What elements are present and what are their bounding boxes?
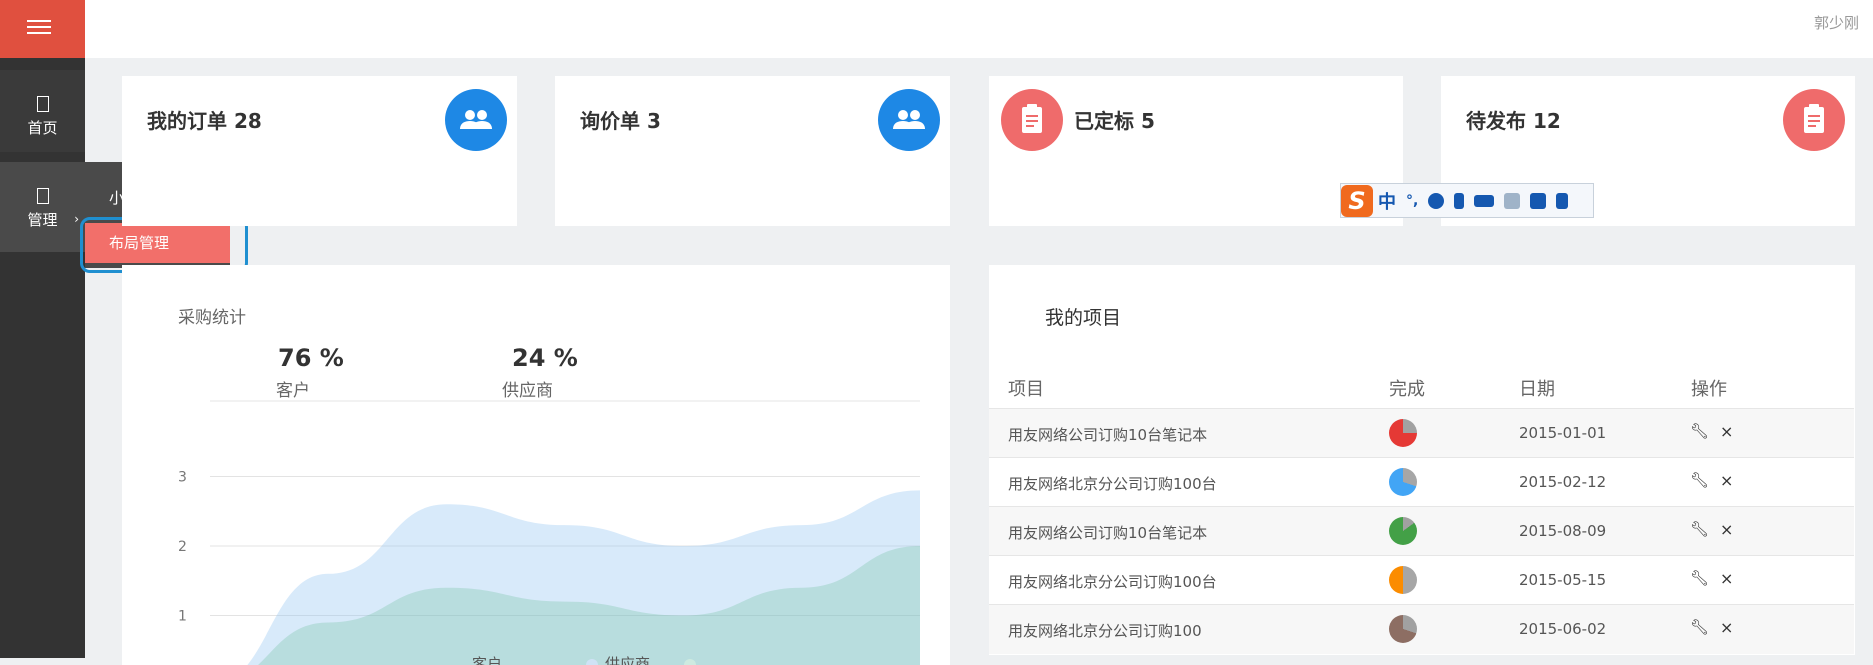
y-tick-label: 3 [178,470,187,486]
table-row[interactable]: 用友网络公司订购10台笔记本 2015-08-09 🔧︎ × [989,506,1854,556]
chevron-right-icon: › [74,212,79,226]
stat-title: 待发布 12 [1466,109,1561,133]
wrench-icon[interactable] [1556,192,1569,209]
projects-title: 我的项目 [1045,307,1122,329]
project-date: 2015-05-15 [1519,571,1607,589]
edit-icon[interactable]: 🔧︎ [1690,471,1709,489]
sidebar-item-label: 首页 [27,119,58,137]
edit-icon[interactable]: 🔧︎ [1690,422,1709,440]
legend-label: 供应商 [605,655,650,665]
close-icon[interactable]: × [1720,520,1733,539]
project-name: 用友网络北京分公司订购100台 [1008,475,1217,493]
chart-card: 采购统计 76 % 客户 24 % 供应商 1 2 3 客户 供应商 [122,265,950,665]
legend-label: 客户 [472,655,502,665]
progress-pie [1389,419,1417,447]
progress-pie [1389,615,1417,643]
close-icon[interactable]: × [1720,618,1733,637]
manage-icon [36,188,49,204]
projects-card: 我的项目 项目 完成 日期 操作 用友网络公司订购10台笔记本 2015-01-… [989,265,1855,655]
ime-toolbar[interactable]: S 中 °, [1340,183,1594,218]
sidebar-item-label: 管理 [27,211,58,229]
project-date: 2015-02-12 [1519,473,1607,491]
microphone-icon[interactable] [1454,192,1465,209]
table-row[interactable]: 用友网络公司订购10台笔记本 2015-01-01 🔧︎ × [989,408,1854,458]
close-icon[interactable]: × [1720,569,1733,588]
table-row[interactable]: 用友网络北京分公司订购100台 2015-02-12 🔧︎ × [989,457,1854,507]
stat-title: 我的订单 28 [147,109,262,133]
keyboard-icon[interactable] [1474,194,1495,207]
clipboard-icon [1001,89,1063,151]
project-name: 用友网络北京分公司订购100 [1008,622,1202,640]
progress-pie [1389,517,1417,545]
users-icon [445,89,507,151]
user-name[interactable]: 郭少刚 [1814,12,1859,33]
col-header-date: 日期 [1519,379,1555,400]
project-date: 2015-06-02 [1519,620,1607,638]
progress-pie [1389,566,1417,594]
progress-pie [1389,468,1417,496]
close-icon[interactable]: × [1720,471,1733,490]
table-row[interactable]: 用友网络北京分公司订购100台 2015-05-15 🔧︎ × [989,555,1854,605]
sidebar-item-home[interactable]: 首页 [0,70,85,152]
emoji-icon[interactable] [1428,192,1445,209]
skin-icon[interactable] [1530,192,1547,209]
table-row[interactable]: 用友网络北京分公司订购100 2015-06-02 🔧︎ × [989,604,1854,654]
stat-card-orders: 我的订单 28 [122,76,517,226]
edit-icon[interactable]: 🔧︎ [1690,569,1709,587]
y-tick-label: 1 [178,609,187,625]
col-header-project: 项目 [1008,379,1044,400]
col-header-actions: 操作 [1691,379,1727,400]
project-date: 2015-01-01 [1519,424,1607,442]
stat-card-inquiries: 询价单 3 [555,76,950,226]
user-icon[interactable] [1504,192,1521,209]
col-header-progress: 完成 [1389,379,1425,400]
project-name: 用友网络公司订购10台笔记本 [1008,524,1208,542]
ime-language[interactable]: 中 [1378,188,1396,214]
ime-punctuation[interactable]: °, [1406,193,1418,209]
menu-toggle-button[interactable] [0,0,85,58]
stat-title: 已定标 5 [1074,109,1155,133]
sidebar: 首页 管理 › [0,0,85,658]
close-icon[interactable]: × [1720,422,1733,441]
edit-icon[interactable]: 🔧︎ [1690,520,1709,538]
home-icon [36,96,49,112]
project-name: 用友网络公司订购10台笔记本 [1008,426,1208,444]
users-icon [878,89,940,151]
area-chart: 1 2 3 客户 供应商 [178,400,920,665]
edit-icon[interactable]: 🔧︎ [1690,618,1709,636]
project-name: 用友网络北京分公司订购100台 [1008,573,1217,591]
stat-title: 询价单 3 [580,109,661,133]
clipboard-icon [1783,89,1845,151]
top-bar: 郭少刚 [85,0,1873,58]
project-date: 2015-08-09 [1519,522,1607,540]
sidebar-item-manage[interactable]: 管理 › [0,162,85,252]
sogou-logo-icon: S [1341,184,1373,217]
y-tick-label: 2 [178,539,187,555]
